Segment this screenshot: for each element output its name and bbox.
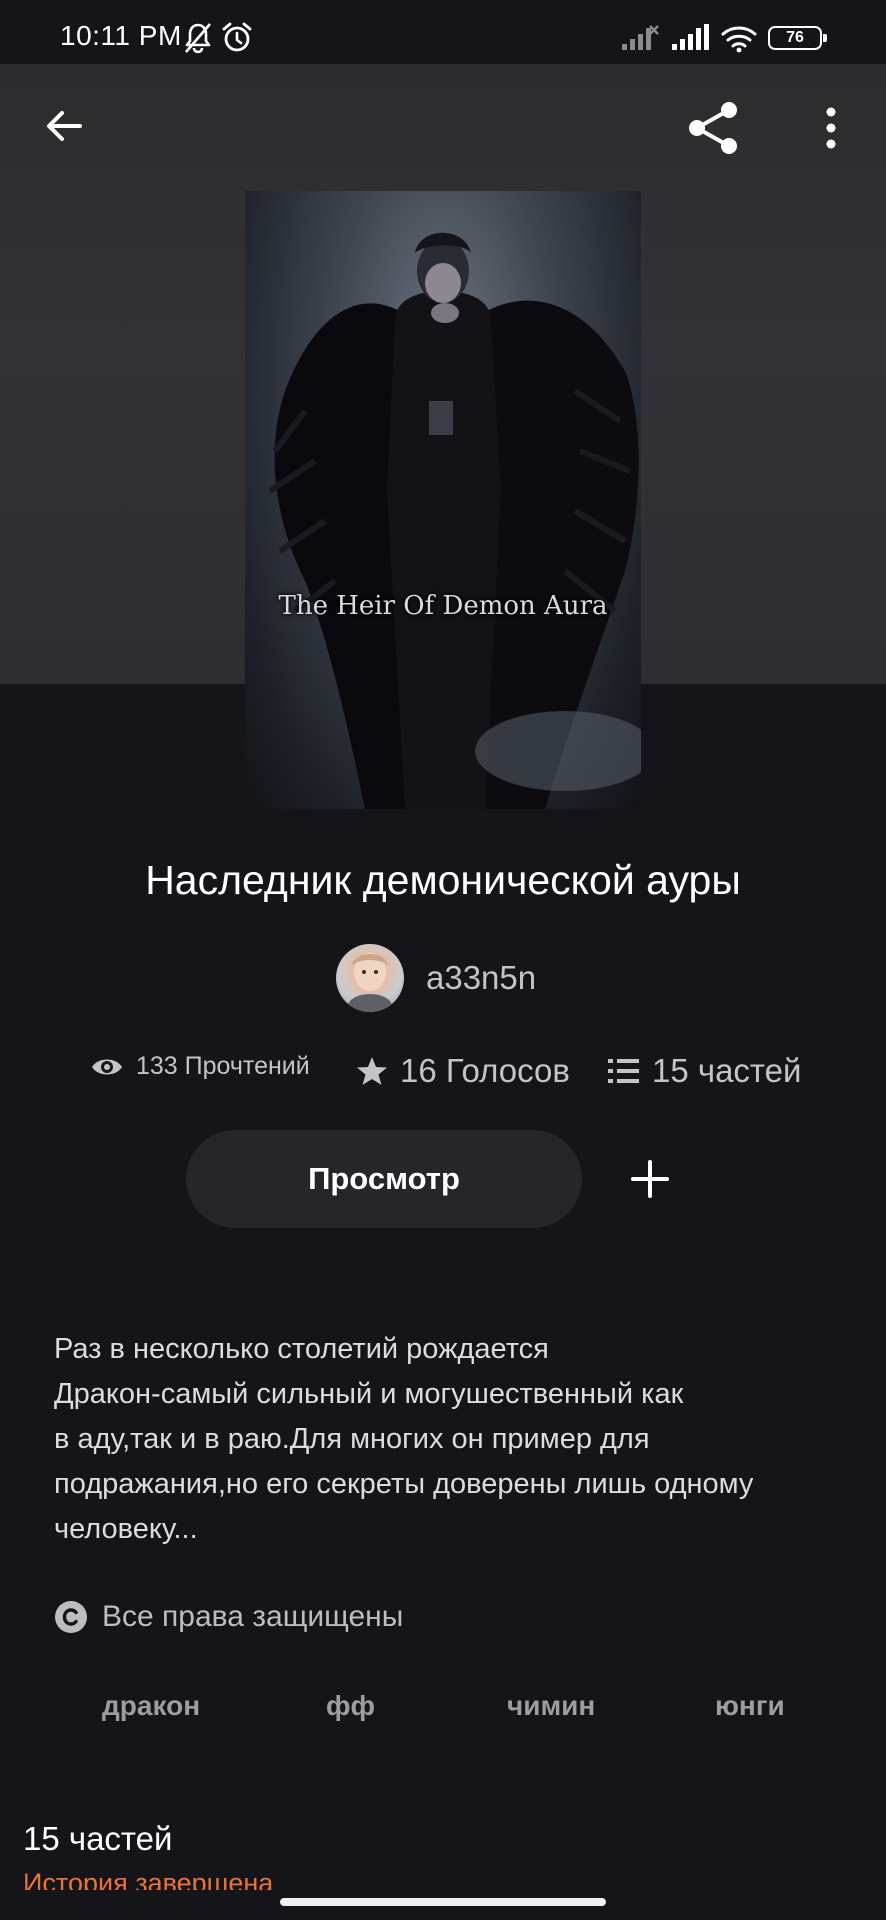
reads-count: 133 Прочтений (136, 1052, 310, 1080)
bell-off-icon (185, 23, 211, 54)
tag-chip[interactable]: юнги (715, 1690, 785, 1722)
wifi-icon (721, 26, 757, 53)
cover-artwork (268, 232, 641, 809)
battery-level: 76 (786, 29, 804, 46)
story-description: Раз в несколько столетий рождается Драко… (54, 1327, 844, 1552)
alarm-icon (222, 22, 252, 52)
votes-count: 16 Голосов (400, 1052, 570, 1089)
signal-icon (672, 24, 709, 50)
plus-icon (631, 1160, 669, 1198)
tag-chip[interactable]: чимин (507, 1690, 595, 1722)
votes-stat: 16 Голосов (356, 1052, 570, 1090)
description-line: в аду,так и в раю.Для многих он пример д… (54, 1423, 650, 1455)
avatar-image (348, 953, 392, 1012)
author-link[interactable]: a33n5n (336, 943, 536, 1013)
list-icon (608, 1059, 639, 1083)
status-left-icons (182, 20, 254, 56)
description-line: Дракон-самый сильный и могушественный ка… (54, 1378, 684, 1410)
description-line: человеку... (54, 1513, 198, 1545)
story-title: Наследник демонической ауры (145, 857, 741, 903)
copyright-icon (55, 1601, 87, 1633)
status-bar: 10:11 PM 76 (0, 0, 886, 64)
avatar (336, 944, 404, 1012)
parts-stat[interactable]: 15 частей (608, 1052, 801, 1090)
story-details-screen: 10:11 PM 76 The Heir Of Demon Aura Насле… (0, 0, 886, 1920)
status-right-icons: 76 (620, 22, 827, 54)
arrow-left-icon (47, 111, 82, 141)
parts-count: 15 частей (652, 1052, 802, 1089)
back-button[interactable] (34, 96, 94, 156)
more-options-button[interactable] (808, 96, 854, 160)
add-to-library-button[interactable] (610, 1130, 690, 1228)
author-name: a33n5n (426, 959, 537, 996)
parts-section-heading: 15 частей (23, 1820, 173, 1857)
more-vertical-icon (826, 107, 836, 149)
cover-overlay-text: The Heir Of Demon Aura (278, 591, 608, 621)
read-button[interactable]: Просмотр (186, 1130, 582, 1228)
reads-stat: 133 Прочтений (90, 1052, 310, 1081)
battery-icon: 76 (768, 26, 827, 50)
share-button[interactable] (680, 96, 748, 160)
completion-status: История завершена (23, 1868, 274, 1890)
star-icon (357, 1057, 387, 1085)
eye-icon (92, 1059, 122, 1074)
signal-off-icon (622, 25, 659, 50)
description-line: подражания,но его секреты доверены лишь … (54, 1468, 754, 1500)
story-cover-image[interactable]: The Heir Of Demon Aura (245, 191, 641, 809)
story-stats: 133 Прочтений 16 Голосов 15 частей (0, 1052, 886, 1098)
tag-chip[interactable]: фф (326, 1690, 375, 1722)
copyright-text: Все права защищены (102, 1600, 404, 1633)
description-line: Раз в несколько столетий рождается (54, 1333, 549, 1365)
story-tags: дракон фф чимин юнги (54, 1690, 854, 1740)
home-indicator[interactable] (280, 1898, 606, 1906)
status-time: 10:11 PM (60, 20, 182, 51)
tag-chip[interactable]: дракон (102, 1690, 200, 1722)
share-icon (689, 102, 737, 154)
copyright-notice: Все права защищены (54, 1600, 403, 1634)
